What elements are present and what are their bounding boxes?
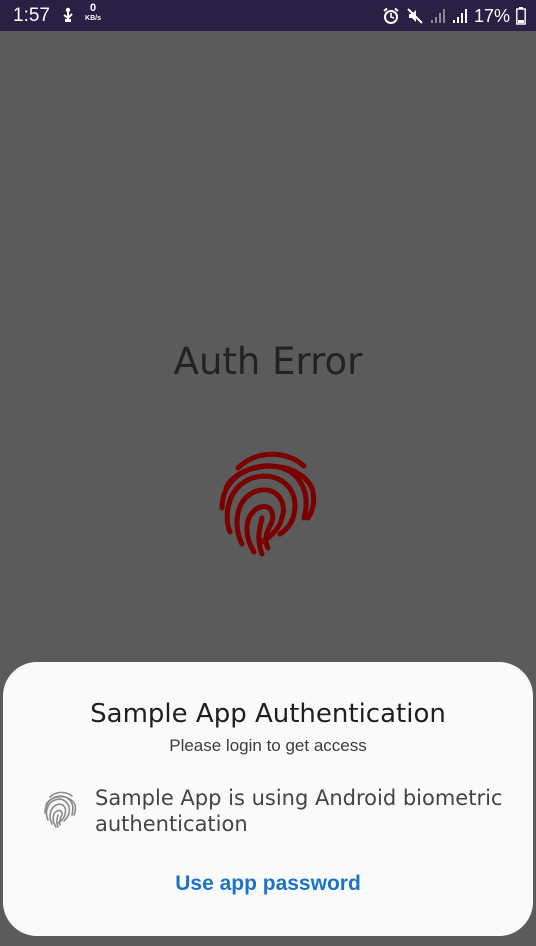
fingerprint-icon <box>216 448 320 560</box>
network-speed-value: 0 <box>89 2 97 14</box>
signal-icon <box>452 8 468 24</box>
dialog-description: Sample App is using Android biometric au… <box>95 786 503 836</box>
status-time: 1:57 <box>13 5 50 26</box>
status-bar: 1:57 0 KB/s 17% <box>0 0 536 31</box>
use-app-password-button[interactable]: Use app password <box>3 872 533 896</box>
biometric-prompt-dialog: Sample App Authentication Please login t… <box>3 662 533 936</box>
network-speed: 0 KB/s <box>82 3 104 24</box>
signal-icon <box>430 8 446 24</box>
app-screen: 1:57 0 KB/s 17% Auth Error Sample App Au… <box>0 0 536 946</box>
status-icons: 17% <box>382 4 526 28</box>
dialog-title: Sample App Authentication <box>90 699 446 729</box>
mute-icon <box>406 7 424 25</box>
fingerprint-icon <box>42 789 78 829</box>
usb-icon <box>60 7 76 23</box>
network-speed-unit: KB/s <box>85 15 101 22</box>
dialog-subtitle: Please login to get access <box>169 736 367 755</box>
alarm-icon <box>382 7 400 25</box>
page-title: Auth Error <box>173 340 363 383</box>
battery-percent: 17% <box>473 6 510 26</box>
battery-icon <box>516 7 526 25</box>
